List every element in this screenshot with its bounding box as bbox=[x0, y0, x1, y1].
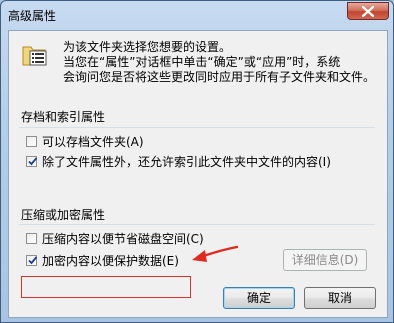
details-button[interactable]: 详细信息(D) bbox=[283, 249, 367, 271]
compress-group-title: 压缩或加密属性 bbox=[21, 208, 106, 222]
compress-group-divider bbox=[19, 224, 375, 225]
archive-checkbox-label: 可以存档文件夹(A) bbox=[42, 135, 144, 149]
advanced-attributes-window: 高级属性 为该文件夹选择您想要的设置。 当您在“属性”对话框中单击“确定”或“应… bbox=[0, 0, 394, 323]
close-button[interactable] bbox=[347, 2, 389, 20]
dialog-body: 为该文件夹选择您想要的设置。 当您在“属性”对话框中单击“确定”或“应用”时，系… bbox=[8, 30, 388, 318]
folder-properties-icon bbox=[22, 46, 47, 66]
description-text: 为该文件夹选择您想要的设置。 当您在“属性”对话框中单击“确定”或“应用”时，系… bbox=[63, 40, 381, 85]
index-checkbox-label: 除了文件属性外，还允许索引此文件夹中文件的内容(I) bbox=[42, 155, 331, 169]
description-line-1: 为该文件夹选择您想要的设置。 bbox=[63, 40, 232, 54]
encrypt-checkbox[interactable] bbox=[26, 255, 38, 266]
cancel-button[interactable]: 取消 bbox=[304, 287, 376, 309]
encrypt-highlight-box bbox=[21, 276, 191, 298]
ok-button[interactable]: 确定 bbox=[223, 287, 295, 309]
compress-checkbox-row[interactable]: 压缩内容以便节省磁盘空间(C) bbox=[26, 230, 204, 247]
archive-group-title: 存档和索引属性 bbox=[21, 110, 106, 124]
checkmark-icon bbox=[28, 256, 38, 265]
archive-checkbox[interactable] bbox=[26, 136, 37, 147]
compress-checkbox-label: 压缩内容以便节省磁盘空间(C) bbox=[42, 232, 204, 246]
description-line-2: 当您在“属性”对话框中单击“确定”或“应用”时，系统 bbox=[63, 55, 341, 69]
index-checkbox-row[interactable]: 除了文件属性外，还允许索引此文件夹中文件的内容(I) bbox=[26, 153, 331, 170]
window-title: 高级属性 bbox=[8, 9, 57, 23]
close-icon bbox=[362, 6, 374, 17]
compress-checkbox[interactable] bbox=[26, 233, 37, 244]
checkmark-icon bbox=[28, 157, 38, 166]
encrypt-checkbox-label: 加密内容以便保护数据(E) bbox=[42, 254, 179, 268]
encrypt-checkbox-row[interactable]: 加密内容以便保护数据(E) bbox=[26, 252, 179, 269]
archive-checkbox-row[interactable]: 可以存档文件夹(A) bbox=[26, 133, 144, 150]
arrow-annotation-icon bbox=[192, 245, 239, 262]
description-line-3: 会询问您是否将这些更改同时应用于所有子文件夹和文件。 bbox=[63, 70, 376, 84]
archive-group-divider bbox=[19, 127, 375, 128]
index-checkbox[interactable] bbox=[26, 156, 38, 167]
